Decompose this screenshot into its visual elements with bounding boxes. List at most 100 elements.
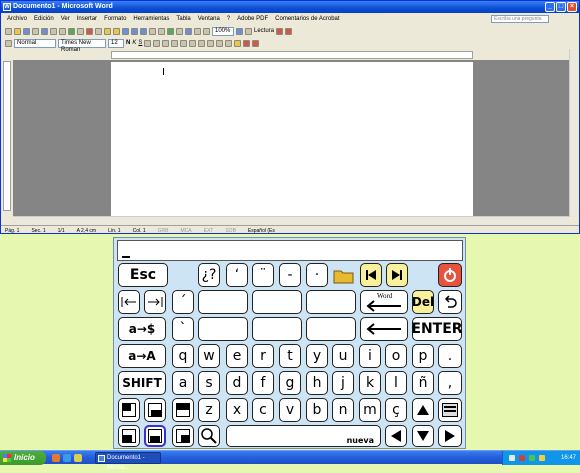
columns-icon[interactable] xyxy=(176,27,183,35)
delete-word-key[interactable]: Word xyxy=(360,290,408,314)
underline-button[interactable]: S xyxy=(138,40,142,46)
arrow-left-key[interactable] xyxy=(385,425,407,447)
align-left-icon[interactable] xyxy=(144,39,152,47)
arrow-right-key[interactable] xyxy=(438,425,462,447)
key-c[interactable]: c xyxy=(252,398,274,422)
menu-key[interactable] xyxy=(438,398,462,422)
justify-icon[interactable] xyxy=(171,39,179,47)
horizontal-scrollbar[interactable] xyxy=(13,216,569,225)
network-icon[interactable] xyxy=(509,455,515,461)
undo-icon[interactable] xyxy=(122,27,129,35)
word-suggestion-4[interactable] xyxy=(198,317,248,341)
research-icon[interactable] xyxy=(77,27,84,35)
key-q[interactable]: q xyxy=(172,344,194,368)
bold-button[interactable]: N xyxy=(126,40,130,46)
word-suggestion-5[interactable] xyxy=(252,317,302,341)
insert-table-icon[interactable] xyxy=(158,27,165,35)
key-s[interactable]: s xyxy=(198,371,220,395)
key-period[interactable]: . xyxy=(438,344,462,368)
word-suggestion-6[interactable] xyxy=(306,317,356,341)
email-icon[interactable] xyxy=(41,27,48,35)
vertical-ruler[interactable] xyxy=(3,61,11,211)
esc-key[interactable]: Esc xyxy=(118,263,168,287)
open-folder-icon[interactable] xyxy=(14,27,21,35)
layout-right-key[interactable] xyxy=(172,425,194,447)
pdf-convert-icon[interactable] xyxy=(252,39,260,47)
quicklaunch-firefox-icon[interactable] xyxy=(52,454,60,462)
paste-icon[interactable] xyxy=(104,27,111,35)
format-painter-icon[interactable] xyxy=(113,27,120,35)
layout-center-key[interactable] xyxy=(144,425,166,447)
volume-icon[interactable] xyxy=(539,455,545,461)
menu-archivo[interactable]: Archivo xyxy=(7,13,27,25)
menu-edicion[interactable]: Edición xyxy=(34,13,54,25)
key-x[interactable]: x xyxy=(226,398,248,422)
print-icon[interactable] xyxy=(50,27,57,35)
layout-bottom-key[interactable] xyxy=(144,398,166,422)
decrease-indent-icon[interactable] xyxy=(207,39,215,47)
increase-indent-icon[interactable] xyxy=(216,39,224,47)
word-suggestion-1[interactable] xyxy=(198,290,248,314)
save-icon[interactable] xyxy=(23,27,30,35)
tab-left-key[interactable] xyxy=(118,290,140,314)
font-select[interactable]: Times New Roman xyxy=(58,38,106,53)
maximize-button[interactable]: □ xyxy=(556,2,566,12)
key-l[interactable]: l xyxy=(385,371,407,395)
redo-icon[interactable] xyxy=(131,27,138,35)
clock[interactable]: 16:47 xyxy=(561,455,576,461)
key-enye[interactable]: ñ xyxy=(412,371,434,395)
show-hide-icon[interactable] xyxy=(203,27,210,35)
antivirus-icon[interactable] xyxy=(519,455,525,461)
menu-formato[interactable]: Formato xyxy=(104,13,126,25)
keyboard-text-field[interactable] xyxy=(117,240,463,261)
size-select[interactable]: 12 xyxy=(108,38,124,48)
key-c-cedilla[interactable]: ç xyxy=(385,398,407,422)
word-suggestion-3[interactable] xyxy=(306,290,356,314)
space-key[interactable]: nueva xyxy=(226,425,381,447)
key-i[interactable]: i xyxy=(359,344,381,368)
key-w[interactable]: w xyxy=(198,344,220,368)
status-ovr[interactable]: SOB xyxy=(225,226,236,235)
key-o[interactable]: o xyxy=(385,344,407,368)
caps-key[interactable]: a→A xyxy=(118,344,166,368)
key-m[interactable]: m xyxy=(359,398,381,422)
zoom-select[interactable]: 100% xyxy=(212,26,234,36)
key-u[interactable]: u xyxy=(332,344,354,368)
symbols-key[interactable]: a→$ xyxy=(118,317,166,341)
copy-icon[interactable] xyxy=(95,27,102,35)
menu-insertar[interactable]: Insertar xyxy=(77,13,97,25)
title-bar[interactable]: W Documento1 - Microsoft Word _ □ × xyxy=(1,1,579,13)
key-e[interactable]: e xyxy=(226,344,248,368)
key-j[interactable]: j xyxy=(332,371,354,395)
dieresis-key[interactable]: ¨ xyxy=(252,263,274,287)
quote-key[interactable]: ‘ xyxy=(226,263,248,287)
layout-top-key[interactable] xyxy=(172,398,194,422)
menu-comentarios-acrobat[interactable]: Comentarios de Acrobat xyxy=(275,13,339,25)
new-document-icon[interactable] xyxy=(5,27,12,35)
styles-icon[interactable] xyxy=(5,39,12,47)
middot-key[interactable]: · xyxy=(306,263,328,287)
key-r[interactable]: r xyxy=(252,344,274,368)
key-v[interactable]: v xyxy=(279,398,301,422)
status-ext[interactable]: EXT xyxy=(204,226,214,235)
key-y[interactable]: y xyxy=(306,344,328,368)
hyperlink-icon[interactable] xyxy=(140,27,147,35)
minimize-button[interactable]: _ xyxy=(545,2,555,12)
key-comma[interactable]: , xyxy=(438,371,462,395)
pdf-icon[interactable] xyxy=(276,27,284,35)
read-icon[interactable] xyxy=(245,27,252,35)
font-color-icon[interactable] xyxy=(243,39,251,47)
quicklaunch-ie-icon[interactable] xyxy=(63,454,71,462)
tables-borders-icon[interactable] xyxy=(149,27,156,35)
key-a[interactable]: a xyxy=(172,371,194,395)
align-center-icon[interactable] xyxy=(153,39,161,47)
spelling-icon[interactable] xyxy=(68,27,75,35)
word-suggestion-2[interactable] xyxy=(252,290,302,314)
numbering-icon[interactable] xyxy=(189,39,197,47)
key-k[interactable]: k xyxy=(359,371,381,395)
key-t[interactable]: t xyxy=(279,344,301,368)
quicklaunch-desktop-icon[interactable] xyxy=(74,454,82,462)
key-b[interactable]: b xyxy=(306,398,328,422)
menu-adobe-pdf[interactable]: Adobe PDF xyxy=(237,13,268,25)
horizontal-ruler[interactable] xyxy=(111,51,473,59)
